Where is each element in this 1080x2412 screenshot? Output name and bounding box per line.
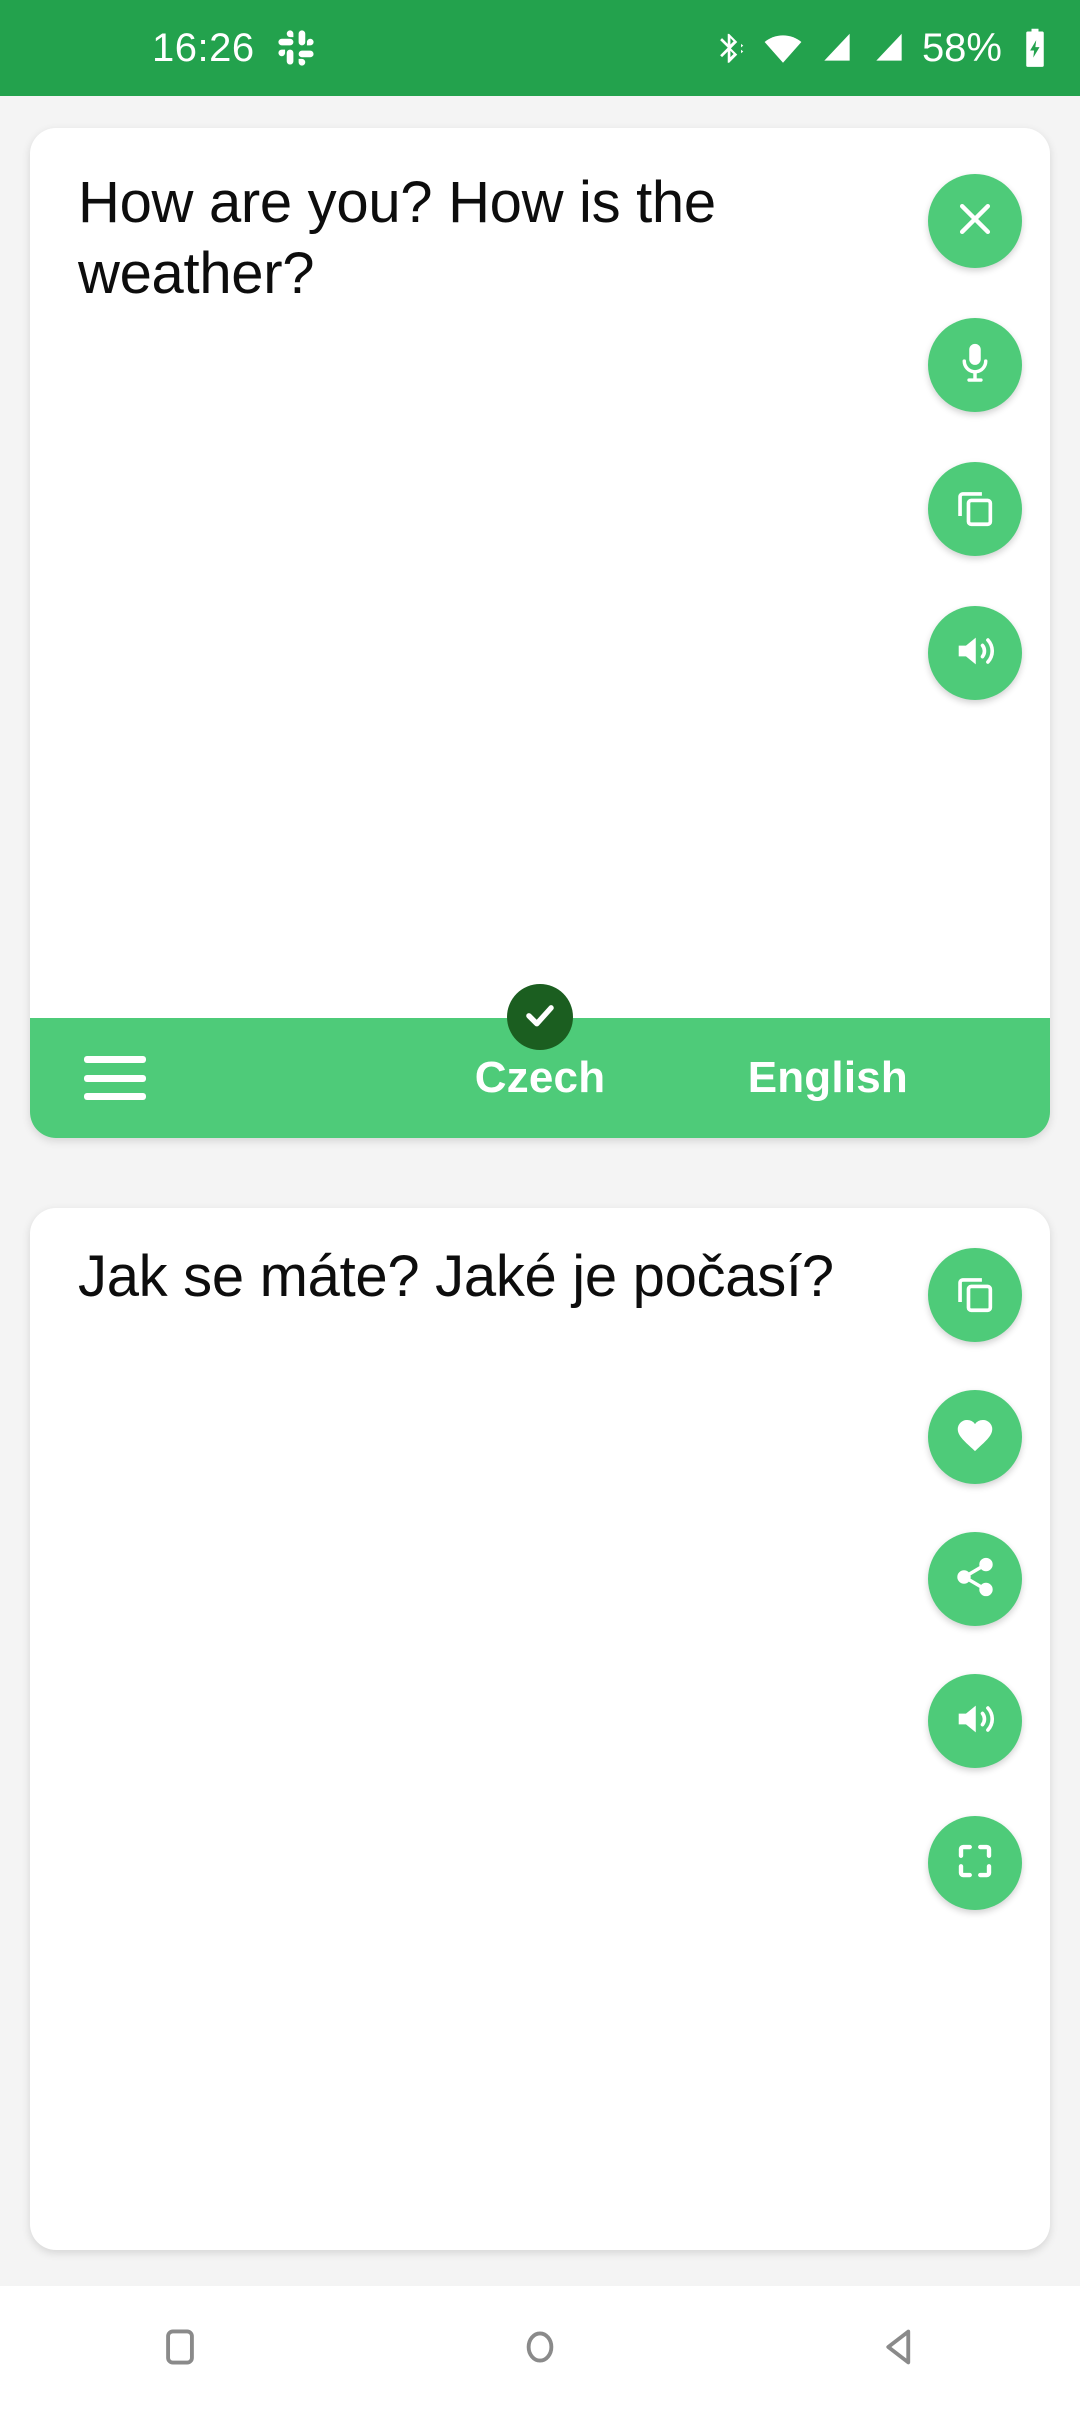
back-icon (878, 2325, 922, 2374)
speaker-icon (952, 1696, 998, 1747)
status-bar: 16:26 58% (0, 0, 1080, 96)
source-text-card[interactable]: How are you? How is the weather? Czech E… (30, 128, 1050, 1138)
favorite-button[interactable] (928, 1390, 1022, 1484)
copy-button[interactable] (928, 462, 1022, 556)
microphone-icon (952, 340, 998, 391)
target-language-selector[interactable]: English (748, 1053, 908, 1103)
copy-icon (952, 1270, 998, 1321)
language-bar: Czech English (30, 984, 1050, 1138)
copy-button[interactable] (928, 1248, 1022, 1342)
translated-text-card[interactable]: Jak se máte? Jaké je počasí? (30, 1208, 1050, 2250)
clock: 16:26 (152, 26, 255, 70)
close-icon (953, 197, 997, 246)
fullscreen-button[interactable] (928, 1816, 1022, 1910)
speak-button[interactable] (928, 606, 1022, 700)
share-button[interactable] (928, 1532, 1022, 1626)
source-text[interactable]: How are you? How is the weather? (78, 168, 900, 310)
hamburger-menu-icon[interactable] (84, 1056, 146, 1100)
share-icon (953, 1555, 997, 1604)
translated-text[interactable]: Jak se máte? Jaké je počasí? (78, 1242, 920, 1313)
speak-button[interactable] (928, 1674, 1022, 1768)
fullscreen-icon (954, 1840, 996, 1887)
recents-button[interactable] (115, 2286, 245, 2412)
battery-percent-label: 58% (921, 26, 1002, 70)
slack-icon (277, 29, 315, 67)
language-detected-badge (507, 984, 573, 1050)
microphone-button[interactable] (928, 318, 1022, 412)
check-icon (521, 996, 559, 1039)
source-language-label[interactable]: Czech (475, 1053, 606, 1102)
copy-icon (952, 484, 998, 535)
speaker-icon (952, 628, 998, 679)
close-button[interactable] (928, 174, 1022, 268)
status-bar-left: 16:26 (152, 28, 315, 68)
phone-screen: 16:26 58% How are you? How is the weathe… (0, 0, 1080, 2412)
wifi-icon (762, 27, 804, 69)
home-button[interactable] (475, 2286, 605, 2412)
home-icon (518, 2325, 562, 2374)
status-bar-right: 58% (710, 27, 1052, 69)
bluetooth-icon (710, 29, 748, 67)
source-action-buttons (928, 174, 1022, 700)
signal-1-icon (818, 29, 856, 67)
recents-icon (158, 2325, 202, 2374)
signal-2-icon (870, 29, 908, 67)
translation-action-buttons (928, 1248, 1022, 1910)
heart-icon (952, 1412, 998, 1463)
android-navigation-bar (0, 2286, 1080, 2412)
back-button[interactable] (835, 2286, 965, 2412)
battery-charging-icon (1018, 27, 1052, 69)
